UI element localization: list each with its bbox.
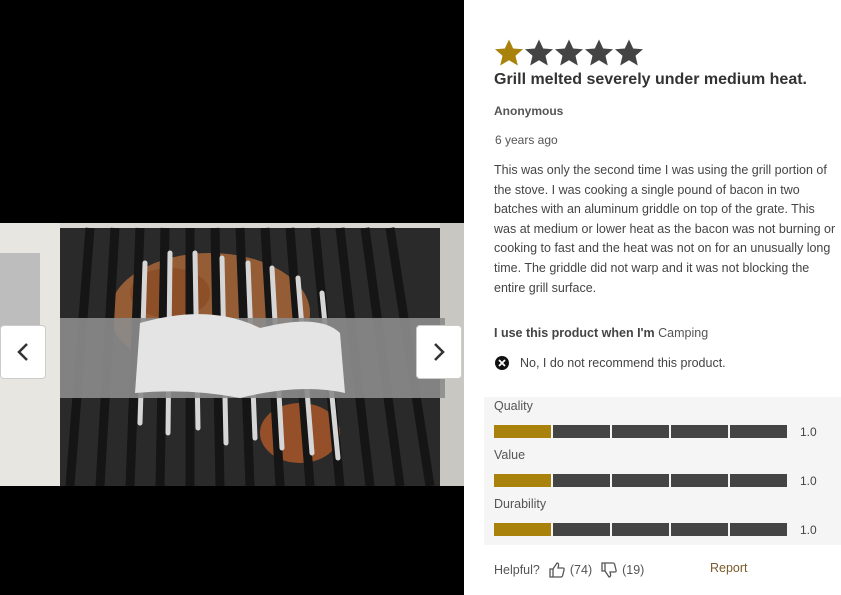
review-title: Grill melted severely under medium heat. [494, 71, 807, 88]
upvote-button[interactable]: (74) [548, 561, 592, 579]
report-link[interactable]: Report [710, 561, 748, 575]
rating-segment-empty [553, 523, 610, 536]
product-use-label: I use this product when I'm [494, 326, 655, 340]
star-empty-icon [525, 39, 553, 66]
star-empty-icon [615, 39, 643, 66]
rating-segment-empty [612, 425, 669, 438]
helpful-label: Helpful? [494, 563, 540, 577]
star-empty-icon [555, 39, 583, 66]
rating-value-item: Value 1.0 [494, 448, 834, 488]
review-author: Anonymous [494, 104, 564, 118]
star-empty-icon [585, 39, 613, 66]
chevron-left-icon [17, 343, 28, 361]
rating-segment-empty [730, 523, 787, 536]
recommendation-text: No, I do not recommend this product. [520, 356, 726, 370]
rating-segment-empty [671, 474, 728, 487]
rating-label: Quality [494, 399, 533, 413]
thumbs-up-icon [549, 562, 565, 578]
rating-segment-empty [671, 523, 728, 536]
rating-segment-empty [730, 425, 787, 438]
helpful-votes: Helpful? (74) (19) [494, 561, 644, 579]
rating-segment-filled [494, 425, 551, 438]
rating-durability: Durability 1.0 [494, 497, 834, 537]
review-date: 6 years ago [495, 133, 558, 147]
rating-segment-empty [730, 474, 787, 487]
next-image-button[interactable] [416, 325, 462, 379]
thumbs-down-icon [601, 562, 617, 578]
recommendation: No, I do not recommend this product. [494, 355, 726, 371]
rating-label: Durability [494, 497, 547, 511]
rating-segment-empty [553, 425, 610, 438]
rating-quality: Quality 1.0 [494, 399, 834, 439]
x-circle-icon [495, 356, 509, 370]
image-gallery [0, 0, 464, 595]
downvote-button[interactable]: (19) [600, 561, 644, 579]
rating-bar [494, 425, 787, 438]
rating-segment-empty [671, 425, 728, 438]
rating-label: Value [494, 448, 526, 462]
rating-bar [494, 523, 787, 536]
rating-segment-filled [494, 474, 551, 487]
product-use-value: Camping [658, 326, 709, 340]
upvote-count: (74) [569, 563, 593, 577]
star-rating [494, 38, 644, 68]
secondary-ratings: Quality 1.0 Value 1.0 Durability 1.0 [484, 397, 841, 545]
product-use: I use this product when I'm Camping [494, 326, 708, 340]
rating-value: 1.0 [800, 474, 817, 488]
rating-bar [494, 474, 787, 487]
review-panel: Grill melted severely under medium heat.… [464, 0, 841, 595]
rating-segment-empty [612, 474, 669, 487]
rating-segment-filled [494, 523, 551, 536]
downvote-count: (19) [622, 563, 645, 577]
rating-value: 1.0 [800, 425, 817, 439]
rating-value: 1.0 [800, 523, 817, 537]
star-filled-icon [495, 39, 523, 66]
chevron-right-icon [434, 343, 445, 361]
rating-segment-empty [612, 523, 669, 536]
previous-image-button[interactable] [0, 325, 46, 379]
review-photo[interactable] [0, 223, 464, 486]
review-body: This was only the second time I was usin… [494, 163, 836, 295]
rating-segment-empty [553, 474, 610, 487]
